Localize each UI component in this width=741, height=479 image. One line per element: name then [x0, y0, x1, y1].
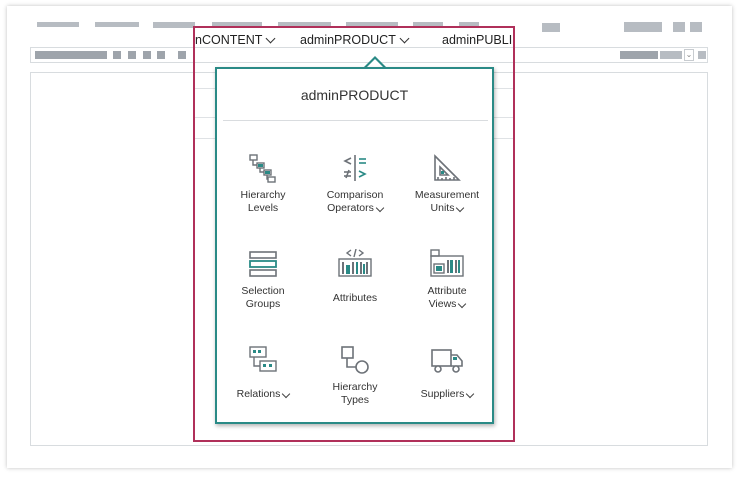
menu-item-label-line1: Hierarchy	[240, 189, 286, 201]
menu-item-attributes[interactable]: Attributes	[309, 249, 401, 345]
chevron-down-icon	[265, 33, 276, 43]
menu-item-hierarchy-types[interactable]: Hierarchy Types	[309, 345, 401, 441]
nav-tab-content-label: nCONTENT	[195, 33, 263, 47]
menu-item-label-line1: Hierarchy	[332, 381, 378, 393]
attribute-views-icon	[430, 249, 464, 277]
header-placeholder-9	[542, 23, 560, 32]
menu-item-suppliers[interactable]: Suppliers	[401, 345, 493, 441]
header-placeholder-3	[153, 22, 195, 28]
menu-item-label: Attributes	[332, 291, 378, 304]
toolbar-placeholder-1	[35, 51, 107, 59]
menu-item-selection-groups[interactable]: Selection Groups	[217, 249, 309, 345]
chevron-down-icon	[458, 299, 467, 309]
menu-item-label-line1: Measurement	[414, 189, 480, 201]
menu-item-label-line2: Operators	[327, 202, 374, 214]
menu-grid: Hierarchy Levels Comparison Operators Me…	[217, 121, 492, 421]
menu-item-label-line1: Comparison	[326, 189, 384, 201]
toolbar-placeholder-4	[698, 51, 706, 59]
menu-item-label-line2: Groups	[245, 298, 281, 310]
relations-icon	[249, 346, 277, 372]
menu-item-label-line2: Types	[340, 394, 369, 406]
chevron-down-icon	[466, 389, 475, 398]
header-placeholder-10	[624, 22, 662, 32]
comparison-operators-icon	[343, 155, 367, 181]
chevron-down-icon	[456, 203, 465, 213]
toolbar-button-1[interactable]	[113, 51, 121, 59]
menu-item-hierarchy-levels[interactable]: Hierarchy Levels	[217, 153, 309, 249]
hierarchy-types-icon	[341, 346, 369, 374]
measurement-units-icon	[434, 154, 461, 181]
menu-item-label-line2: Views	[428, 298, 457, 310]
chevron-down-icon	[375, 203, 385, 213]
menu-item-comparison-operators[interactable]: Comparison Operators	[309, 153, 401, 249]
nav-tab-adminproduct[interactable]: adminPRODUCT	[300, 33, 410, 47]
header-placeholder-11	[673, 22, 685, 32]
toolbar-placeholder-2	[620, 51, 658, 59]
toolbar-placeholder-3	[660, 51, 682, 59]
menu-item-label-line2: Units	[430, 202, 455, 214]
menu-item-label-line2: Levels	[247, 202, 279, 214]
chevron-down-icon	[282, 389, 291, 398]
menu-item-label: Suppliers	[420, 387, 465, 400]
toolbar-button-4[interactable]	[157, 51, 165, 59]
toolbar-button-2[interactable]	[128, 51, 136, 59]
nav-tab-content[interactable]: nCONTENT	[195, 33, 276, 47]
menu-title: adminPRODUCT	[300, 87, 409, 103]
selection-groups-icon	[249, 251, 277, 277]
truck-icon	[431, 349, 463, 373]
nav-tab-adminpubli[interactable]: adminPUBLI	[442, 33, 514, 47]
attributes-icon	[338, 249, 372, 277]
toolbar-button-5[interactable]	[178, 51, 186, 59]
toolbar-button-3[interactable]	[143, 51, 151, 59]
nav-tab-adminproduct-label: adminPRODUCT	[300, 33, 396, 47]
menu-item-label-line1: Selection	[241, 285, 285, 297]
hierarchy-levels-icon	[249, 154, 276, 183]
chevron-down-icon	[399, 33, 410, 43]
nav-tab-adminpubli-label: adminPUBLI	[442, 33, 513, 47]
header-placeholder-12	[690, 22, 702, 32]
toolbar-dropdown[interactable]: ⌄	[684, 49, 694, 61]
menu-item-label-line1: Attribute	[427, 285, 467, 297]
menu-item-label: Relations	[236, 387, 281, 400]
menu-item-attribute-views[interactable]: Attribute Views	[401, 249, 493, 345]
header-placeholder-2	[95, 22, 139, 27]
header-placeholder-1	[37, 22, 79, 27]
menu-item-relations[interactable]: Relations	[217, 345, 309, 441]
admin-product-menu: adminPRODUCT Hierarchy Levels Comparison…	[215, 67, 494, 424]
menu-item-measurement-units[interactable]: Measurement Units	[401, 153, 493, 249]
